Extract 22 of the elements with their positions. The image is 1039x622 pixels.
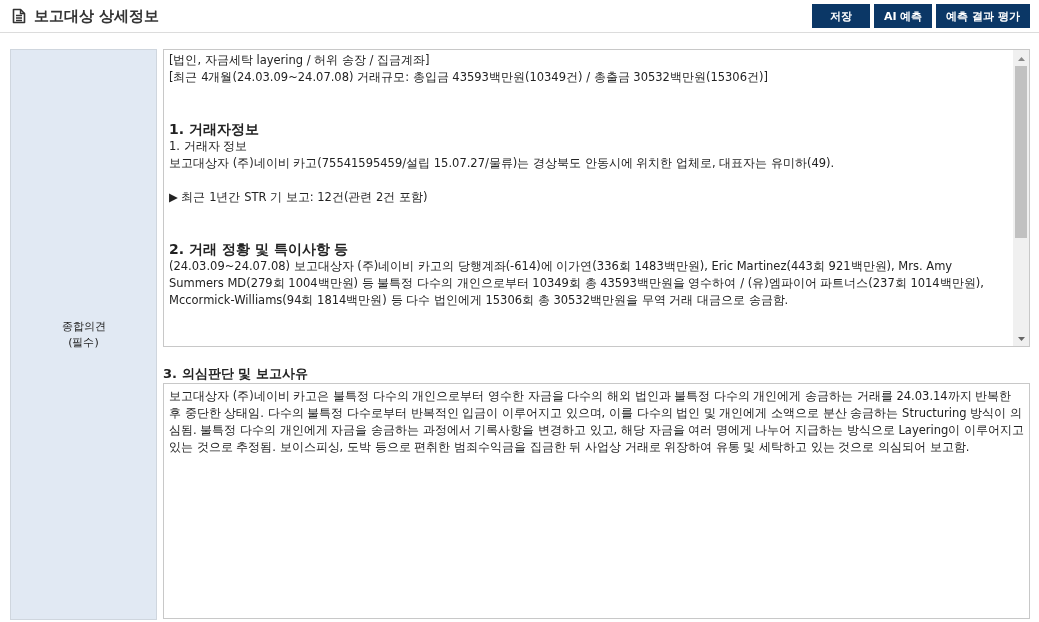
section-heading: 3. 의심판단 및 보고사유: [163, 366, 309, 382]
opinion-text: 보고대상자 (주)네이비 카고(75541595459/설립 15.07.27/물류)는 경상북도 안동시에 위치한 업체로, 대표자는 유미하(49).: [169, 155, 836, 172]
scroll-down-icon[interactable]: [1017, 337, 1025, 341]
opinion-text-area[interactable]: [163, 49, 1030, 347]
action-button[interactable]: AI 예측: [873, 4, 933, 28]
scroll-up-icon[interactable]: [1017, 57, 1025, 61]
document-icon: [12, 8, 26, 24]
field-label: 종합의견 (필수): [61, 318, 106, 351]
page-title: 보고대상 상세정보: [34, 6, 160, 26]
section-heading: 1. 거래자정보: [169, 120, 260, 138]
opinion-text: [최근 4개월(24.03.09~24.07.08) 거래규모: 총입금 43593백만원(10349건) / 총출금 30532백만원(15306건)]: [169, 69, 769, 86]
reason-text: 보고대상자 (주)네이비 카고은 불특정 다수의 개인으로부터 영수한 자금을 다수의 해외 법인과 불특정 다수의 개인에게 송금하는 거래를 24.03.14까지 반복한 후 중단한 상태임. 다수의 불특정 다수로부터 반복적인 입금이 이루어지고 있으며, 이를 다수의 법인 및 개인에게 소액으로 분산 송금하는 Structuring 방식이 의심됨. 불특정 다수의 개인에게 자금을 송금하는 과정에서 기록사항을 변경하고 있고, 해당 자금을 여러 명에게 나누어 지급하는 방식으로 Layering이 이루어지고 있는 것으로 추정됨. 보이스피싱, 도박 등으로 편취한 범죄수익금을 집금한 뒤 사업상 거래로 위장하여 유통 및 세탁하고 있는 것으로 의심되어 보고함.: [169, 389, 1024, 454]
action-button[interactable]: 저장: [811, 4, 870, 28]
action-button[interactable]: 예측 결과 평가: [936, 4, 1030, 28]
scrollbar[interactable]: [1013, 50, 1029, 346]
scroll-thumb[interactable]: [1015, 66, 1027, 238]
opinion-text: [법인, 자금세탁 layering / 허위 송장 / 집금계좌]: [169, 52, 431, 69]
reason-text-area[interactable]: [163, 383, 1030, 619]
section-heading: 2. 거래 정황 및 특이사항 등: [169, 240, 350, 258]
opinion-text: 1. 거래자 정보: [169, 138, 249, 155]
note-line: ▶ 최근 1년간 STR 기 보고: 12건(관련 2건 포함): [169, 189, 429, 206]
opinion-text: (24.03.09~24.07.08) 보고대상자 (주)네이비 카고의 당행계좌(-614)에 이가연(336회 1483백만원), Eric Martinez(443회 921백만원), Mrs. Amy Summers MD(279회 1004백만원) 등 불특정 다수의 개인으로부터 10349회 총 43593백만원을 영수하여 / (유)엠파이어 파트너스(237회 1014백만원), Mccormick-Williams(94회 1814백만원) 등 다수 법인에게 15306회 총 30532백만원을 무역 거래 대금으로 송금함.: [169, 258, 985, 309]
